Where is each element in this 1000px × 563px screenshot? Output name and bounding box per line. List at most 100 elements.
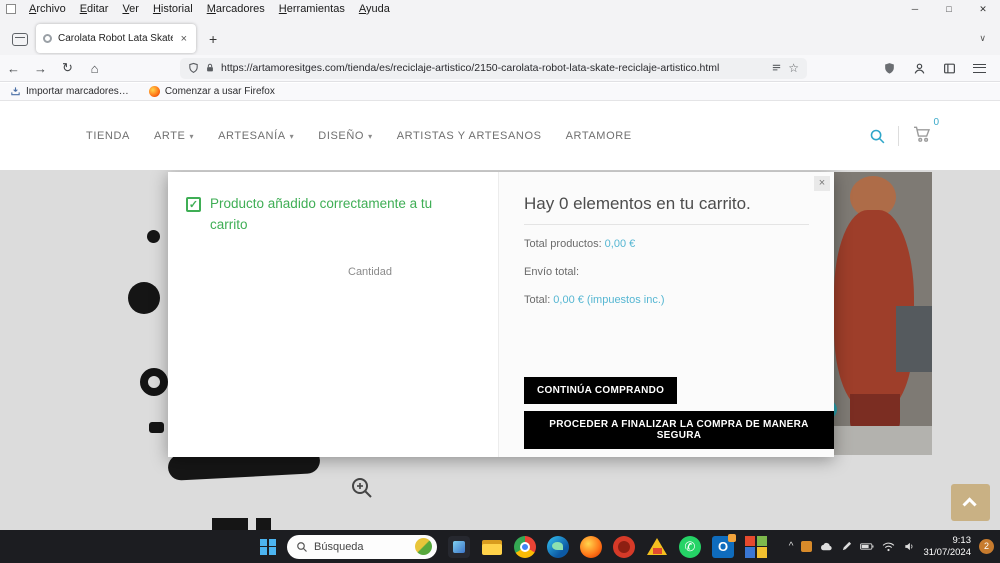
cart-summary-title: Hay 0 elementos en tu carrito. bbox=[524, 194, 809, 225]
tab-close-icon[interactable]: × bbox=[179, 33, 189, 45]
success-message: Producto añadido correctamente a tu carr… bbox=[210, 196, 433, 232]
minimize-button[interactable]: ─ bbox=[898, 0, 932, 18]
hidden-icons-chevron[interactable]: ^ bbox=[789, 541, 794, 552]
file-explorer-icon[interactable] bbox=[481, 536, 503, 558]
system-tray: ^ 9:13 31/07/2024 2 bbox=[789, 530, 994, 563]
list-all-tabs-icon[interactable]: ∨ bbox=[979, 33, 986, 44]
office-app-icon[interactable] bbox=[745, 535, 767, 558]
maximize-button[interactable]: □ bbox=[932, 0, 966, 18]
menu-archivo[interactable]: Archivo bbox=[22, 3, 73, 15]
windows-taskbar: Búsqueda ^ 9:13 31/07/2024 bbox=[0, 530, 1000, 563]
chevron-up-icon bbox=[962, 496, 977, 511]
menu-herramientas[interactable]: Herramientas bbox=[272, 3, 352, 15]
window-controls: ─ □ ✕ bbox=[898, 0, 1000, 18]
site-nav: TIENDA ARTE ▾ ARTESANÍA ▾ DISEÑO ▾ ARTISTAS… bbox=[86, 130, 632, 142]
window-titlebar: Archivo Editar Ver Historial Marcadores … bbox=[0, 0, 1000, 18]
modal-left-panel: ✓ Producto añadido correctamente a tu ca… bbox=[168, 172, 498, 457]
reader-view-icon[interactable] bbox=[771, 63, 782, 74]
tray-app-icon[interactable] bbox=[801, 541, 813, 552]
new-tab-button[interactable]: + bbox=[205, 31, 221, 47]
forward-icon[interactable]: → bbox=[27, 61, 54, 76]
taskbar-date: 31/07/2024 bbox=[923, 546, 971, 558]
browser-toolbar: ← → ↻ ⌂ https://artamoresitges.com/tiend… bbox=[0, 55, 1000, 82]
tab-title: Carolata Robot Lata Skate Recic bbox=[58, 33, 173, 44]
browser-tab[interactable]: Carolata Robot Lata Skate Recic × bbox=[36, 24, 196, 53]
drive-app-icon[interactable] bbox=[646, 536, 668, 558]
bookmark-import[interactable]: Importar marcadores… bbox=[10, 86, 129, 97]
shipping-total-row: Envío total: bbox=[524, 266, 809, 278]
menu-historial[interactable]: Historial bbox=[146, 3, 200, 15]
grand-total-row: Total: 0,00 € (impuestos inc.) bbox=[524, 294, 809, 306]
protections-badge-icon[interactable] bbox=[883, 62, 896, 75]
menu-ver[interactable]: Ver bbox=[115, 3, 146, 15]
firefox-view-icon[interactable] bbox=[12, 33, 28, 46]
menu-icon[interactable] bbox=[973, 63, 986, 73]
modal-right-panel: Hay 0 elementos en tu carrito. Total pro… bbox=[498, 172, 834, 457]
chevron-down-icon: ▾ bbox=[189, 131, 195, 141]
notification-count-badge[interactable]: 2 bbox=[979, 539, 994, 554]
tracking-protection-shield-icon[interactable] bbox=[188, 62, 199, 74]
menu-marcadores[interactable]: Marcadores bbox=[200, 3, 272, 15]
site-header: TIENDA ARTE ▾ ARTESANÍA ▾ DISEÑO ▾ ARTISTAS… bbox=[0, 102, 1000, 170]
firefox-icon[interactable] bbox=[580, 535, 602, 558]
whatsapp-icon[interactable] bbox=[679, 535, 701, 558]
search-icon[interactable] bbox=[869, 128, 886, 145]
account-icon[interactable] bbox=[913, 62, 926, 75]
onedrive-icon[interactable] bbox=[820, 542, 833, 552]
back-icon[interactable]: ← bbox=[0, 61, 27, 76]
pen-icon[interactable] bbox=[841, 541, 852, 552]
modal-close-icon[interactable]: × bbox=[814, 176, 830, 191]
browser-app-icon[interactable] bbox=[613, 535, 635, 558]
tab-strip: Carolata Robot Lata Skate Recic × + ∨ bbox=[0, 18, 1000, 55]
start-button[interactable] bbox=[260, 538, 276, 555]
taskbar-center: Búsqueda bbox=[260, 530, 767, 563]
bookmark-getting-started[interactable]: Comenzar a usar Firefox bbox=[148, 86, 275, 97]
cart-icon bbox=[914, 126, 931, 142]
volume-icon[interactable] bbox=[903, 541, 915, 552]
home-icon[interactable]: ⌂ bbox=[81, 61, 108, 76]
total-products-value: 0,00 € bbox=[604, 238, 636, 250]
import-bookmarks-icon bbox=[11, 87, 20, 96]
taskbar-time: 9:13 bbox=[952, 534, 972, 546]
bookmark-star-icon[interactable]: ☆ bbox=[788, 61, 799, 75]
nav-item-tienda[interactable]: TIENDA bbox=[86, 130, 130, 142]
chrome-icon[interactable] bbox=[514, 535, 536, 558]
photos-app-icon[interactable] bbox=[448, 535, 470, 558]
nav-item-artistas[interactable]: ARTISTAS Y ARTESANOS bbox=[397, 130, 542, 142]
total-products-row: Total productos: 0,00 € bbox=[524, 238, 809, 250]
menu-editar[interactable]: Editar bbox=[73, 3, 116, 15]
bookmark-import-label: Importar marcadores… bbox=[26, 86, 129, 97]
search-icon bbox=[297, 541, 307, 552]
url-text[interactable]: https://artamoresitges.com/tienda/es/rec… bbox=[221, 62, 765, 74]
nav-item-diseno[interactable]: DISEÑO ▾ bbox=[318, 130, 372, 142]
window-app-icon bbox=[6, 4, 16, 14]
taskbar-search[interactable]: Búsqueda bbox=[287, 534, 437, 559]
reload-icon[interactable]: ↻ bbox=[54, 60, 81, 76]
battery-icon[interactable] bbox=[860, 542, 874, 551]
scroll-to-top-button[interactable] bbox=[951, 484, 990, 521]
nav-item-artesania[interactable]: ARTESANÍA ▾ bbox=[218, 130, 294, 142]
outlook-icon[interactable] bbox=[712, 533, 736, 558]
cart-count-badge: 0 bbox=[933, 116, 939, 128]
menu-ayuda[interactable]: Ayuda bbox=[352, 3, 397, 15]
edge-icon[interactable] bbox=[547, 535, 569, 558]
sidebar-icon[interactable] bbox=[943, 62, 956, 75]
bookmarks-bar: Importar marcadores… Comenzar a usar Fir… bbox=[0, 83, 1000, 101]
cart-button[interactable]: 0 bbox=[911, 117, 939, 149]
checkout-button[interactable]: PROCEDER A FINALIZAR LA COMPRA DE MANERA… bbox=[524, 411, 834, 449]
chevron-down-icon: ▾ bbox=[368, 131, 373, 141]
page-content: ✓ Producto añadido correctamente a tu ca… bbox=[0, 170, 1000, 530]
bookmark-getting-started-label: Comenzar a usar Firefox bbox=[164, 86, 275, 97]
taskbar-clock[interactable]: 9:13 31/07/2024 bbox=[923, 535, 971, 559]
url-bar[interactable]: https://artamoresitges.com/tienda/es/rec… bbox=[180, 57, 807, 79]
grand-total-value: 0,00 € (impuestos inc.) bbox=[553, 294, 665, 306]
wifi-icon[interactable] bbox=[882, 542, 895, 552]
check-icon: ✓ bbox=[186, 197, 201, 212]
nav-item-artamore[interactable]: ARTAMORE bbox=[566, 130, 632, 142]
taskbar-search-label: Búsqueda bbox=[314, 540, 364, 553]
lock-icon[interactable] bbox=[205, 62, 215, 74]
nav-item-arte[interactable]: ARTE ▾ bbox=[154, 130, 194, 142]
continue-shopping-button[interactable]: CONTINÚA COMPRANDO bbox=[524, 377, 678, 404]
grand-total-label: Total: bbox=[524, 294, 551, 306]
close-window-button[interactable]: ✕ bbox=[966, 0, 1000, 18]
